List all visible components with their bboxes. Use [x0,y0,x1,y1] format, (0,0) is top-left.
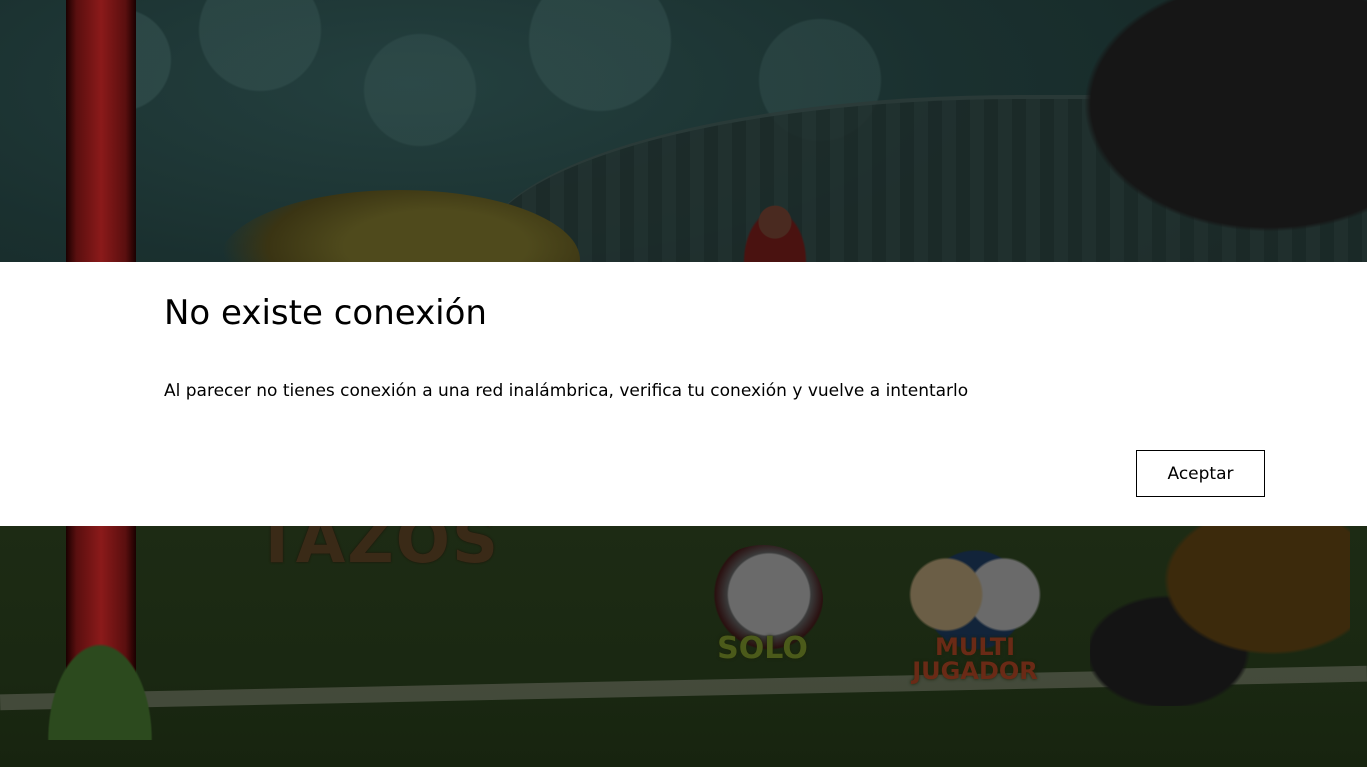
player-legs-graphic [1040,0,1367,262]
multiplayer-label-line1: MULTI [935,633,1015,661]
solo-label: SOLO [717,631,808,666]
solo-mode-button[interactable]: SOLO [690,545,835,690]
multiplayer-label: MULTI JUGADOR [890,635,1060,683]
game-logo: TAZOS [255,526,501,578]
dialog-title: No existe conexión [164,293,487,333]
player-legs-lower [1090,526,1350,706]
multiplayer-mode-button[interactable]: MULTI JUGADOR [890,545,1060,695]
grass-tuft [40,630,160,740]
multiplayer-label-line2: JUGADOR [912,657,1038,685]
goalkeeper-character [740,205,810,262]
no-connection-dialog: No existe conexión Al parecer no tienes … [0,262,1367,526]
accept-button[interactable]: Aceptar [1136,450,1265,497]
dialog-message: Al parecer no tienes conexión a una red … [164,381,969,401]
